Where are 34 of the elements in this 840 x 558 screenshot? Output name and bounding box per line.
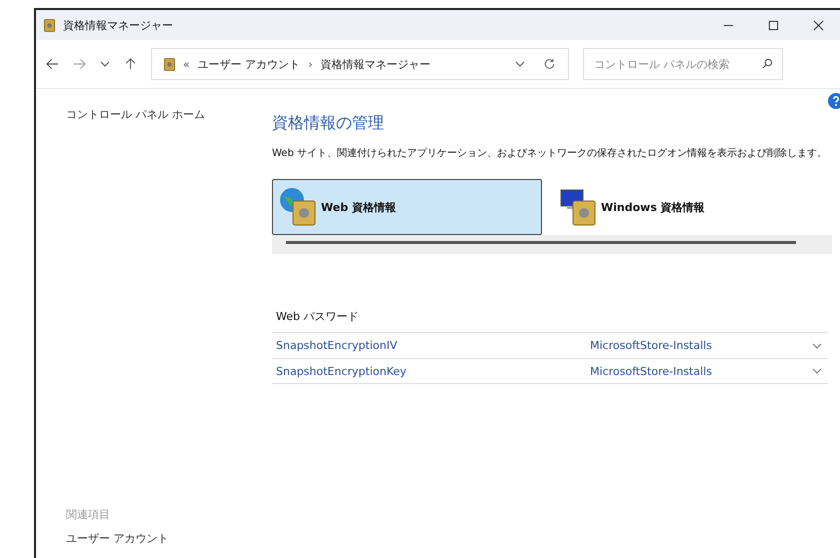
page-heading: 資格情報の管理 <box>272 113 385 134</box>
window-title: 資格情報マネージャー <box>63 18 173 32</box>
chevron-down-icon[interactable] <box>812 368 822 374</box>
breadcrumb-separator: « <box>183 58 190 70</box>
breadcrumb-item[interactable]: 資格情報マネージャー <box>320 56 431 72</box>
credential-row[interactable]: SnapshotEncryptionKey MicrosoftStore-Installs <box>272 358 828 384</box>
credential-name: SnapshotEncryptionKey <box>276 364 408 378</box>
credential-tab[interactable]: Web 資格情報 <box>272 179 542 235</box>
related-heading: 関連項目 <box>66 507 111 522</box>
description-text: Web サイト、関連付けられたアプリケーション、およびネットワークの保存されたログオン情報を表示および削除します。 <box>272 146 828 160</box>
vault-icon <box>164 58 175 70</box>
sidebar-link[interactable]: コントロール パネル ホーム <box>66 107 252 122</box>
maximize-icon[interactable] <box>768 20 779 30</box>
forward-arrow-icon[interactable] <box>73 58 86 70</box>
address-bar[interactable]: « ユーザー アカウント › 資格情報マネージャー <box>151 48 569 80</box>
search-field[interactable]: コントロール パネルの検索 <box>583 48 783 80</box>
breadcrumb-separator: › <box>308 58 313 70</box>
close-icon[interactable] <box>813 20 824 30</box>
search-icon[interactable] <box>762 58 773 69</box>
credential-source: MicrosoftStore-Installs <box>590 339 713 352</box>
refresh-icon[interactable] <box>543 58 556 70</box>
sidebar-link[interactable]: ユーザー アカウント <box>66 531 252 546</box>
help-icon[interactable] <box>828 93 840 109</box>
up-arrow-icon[interactable] <box>124 58 137 70</box>
credential-row[interactable]: SnapshotEncryptionIV MicrosoftStore-Installs <box>272 332 828 358</box>
chevron-down-icon[interactable] <box>812 342 822 348</box>
breadcrumb-item[interactable]: ユーザー アカウント <box>198 56 300 72</box>
credential-name: SnapshotEncryptionIV <box>276 339 398 352</box>
chevron-down-icon[interactable] <box>100 61 110 67</box>
vault-icon <box>44 18 55 32</box>
chevron-down-icon[interactable] <box>515 61 525 67</box>
credential-source: MicrosoftStore-Installs <box>590 364 713 378</box>
section-title: Web パスワード <box>276 309 360 324</box>
back-arrow-icon[interactable] <box>46 58 59 70</box>
